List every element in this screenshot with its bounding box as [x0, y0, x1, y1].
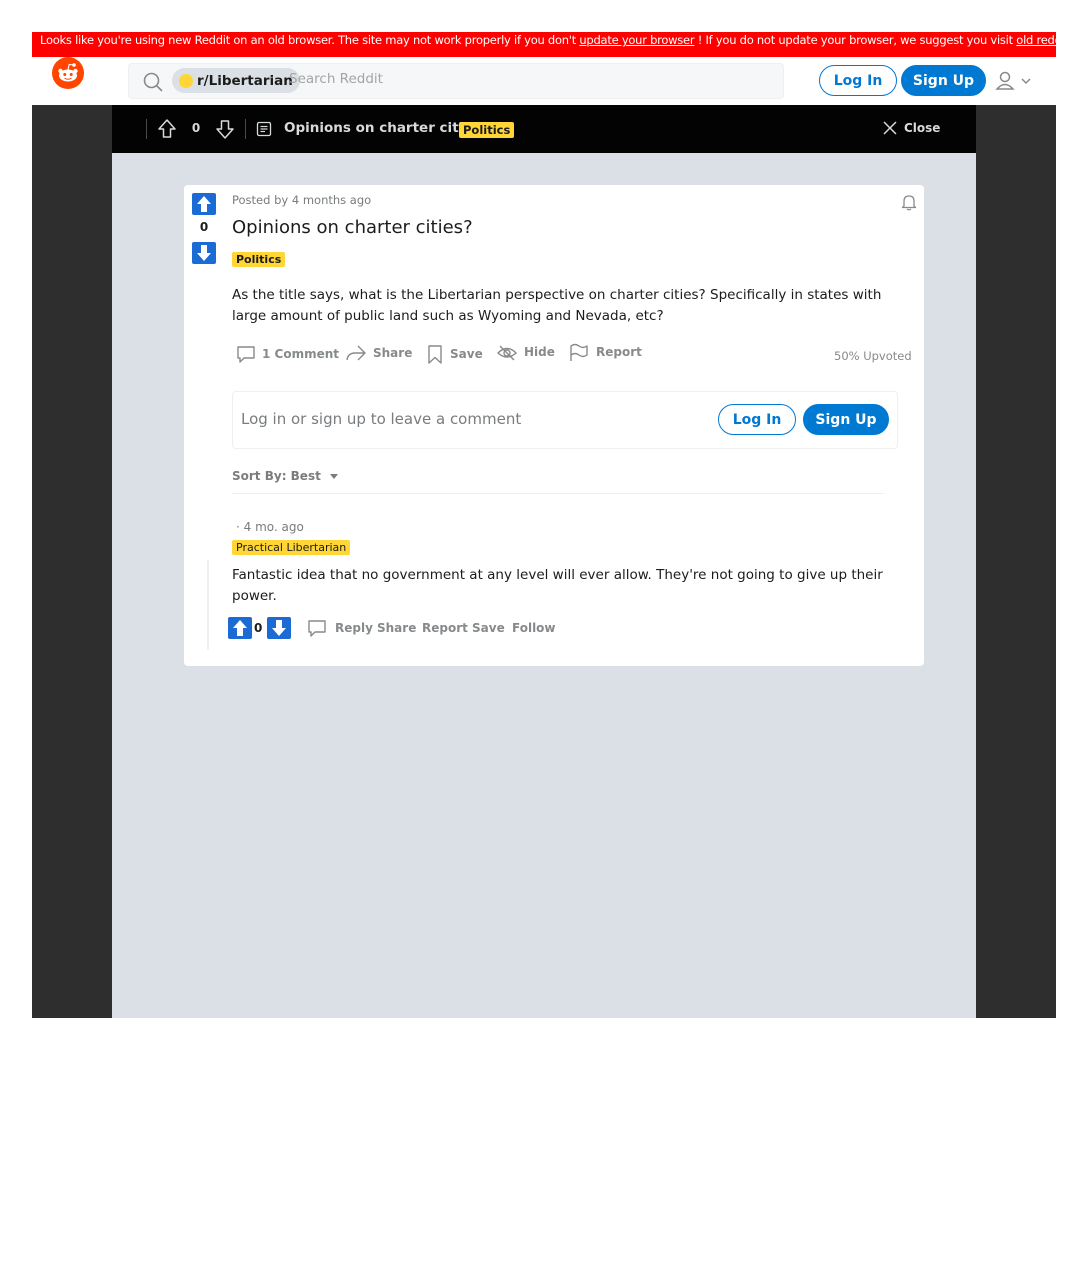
- comment-upvote-button[interactable]: [228, 617, 252, 639]
- post-flair[interactable]: Politics: [232, 252, 286, 267]
- comment-login-prompt: Log in or sign up to leave a comment: [241, 410, 522, 428]
- hide-eye-icon: [496, 342, 518, 362]
- downvote-button[interactable]: [192, 242, 216, 264]
- posted-by-label: Posted by: [232, 193, 289, 207]
- upvote-arrow-icon: [232, 619, 248, 637]
- reply-button[interactable]: Reply: [307, 618, 373, 638]
- search-input[interactable]: [289, 68, 769, 90]
- share-icon: [345, 343, 367, 363]
- comments-count: 1 Comment: [262, 347, 340, 361]
- save-label: Save: [450, 347, 483, 361]
- comment-icon: [307, 618, 327, 638]
- bookmark-icon: [426, 343, 444, 365]
- comment-icon: [236, 344, 256, 364]
- chevron-down-icon: [1020, 75, 1032, 87]
- comment-score: 0: [254, 621, 263, 635]
- comment-save-button[interactable]: Save: [472, 621, 505, 635]
- comment-follow-button[interactable]: Follow: [512, 621, 556, 635]
- post-title: Opinions on charter cities?: [232, 217, 473, 238]
- update-browser-link[interactable]: update your browser: [579, 33, 694, 47]
- hide-button[interactable]: Hide: [496, 342, 555, 362]
- subreddit-name: r/Libertarian: [197, 72, 293, 89]
- divider: [146, 119, 147, 139]
- share-label: Share: [373, 346, 413, 360]
- comment-time[interactable]: · 4 mo. ago: [236, 520, 304, 534]
- close-icon: [882, 120, 898, 136]
- comment-report-button[interactable]: Report: [422, 621, 468, 635]
- comment-body: Fantastic idea that no government at any…: [232, 567, 883, 604]
- report-label: Report: [596, 345, 642, 359]
- banner-text-1: Looks like you're using new Reddit on an…: [40, 33, 580, 47]
- sort-dropdown[interactable]: Sort By: Best: [232, 469, 341, 483]
- comment-downvote-button[interactable]: [267, 617, 291, 639]
- sort-label: Sort By: Best: [232, 469, 321, 483]
- old-browser-banner: Looks like you're using new Reddit on an…: [32, 32, 1056, 57]
- reply-label: Reply: [335, 621, 373, 635]
- subreddit-icon: [179, 73, 193, 88]
- banner-text-2: ! If you do not update your browser, we …: [694, 33, 1017, 47]
- comment-user-flair: Practical Libertarian: [232, 540, 351, 555]
- comment-thread-line[interactable]: [207, 560, 209, 650]
- downvote-icon[interactable]: [214, 118, 236, 140]
- downvote-arrow-icon: [271, 619, 287, 637]
- post-body: As the title says, what is the Libertari…: [232, 287, 882, 324]
- topbar-flair[interactable]: Politics: [459, 122, 515, 138]
- divider: [245, 119, 246, 139]
- divider: [232, 493, 884, 494]
- caret-down-icon: [327, 471, 341, 481]
- old-reddit-link[interactable]: old reddit: [1016, 33, 1056, 47]
- post-top-bar: [112, 105, 976, 153]
- subreddit-filter-chip[interactable]: r/Libertarian: [172, 68, 300, 93]
- user-icon: [994, 70, 1016, 92]
- user-menu-dropdown[interactable]: [994, 70, 1032, 92]
- post-time[interactable]: 4 months ago: [292, 193, 371, 207]
- login-button[interactable]: Log In: [819, 65, 897, 96]
- comment-share-button[interactable]: Share: [377, 621, 416, 635]
- post-icon: [256, 121, 272, 137]
- upvote-icon[interactable]: [156, 118, 178, 140]
- comment-signup-button[interactable]: Sign Up: [803, 404, 889, 435]
- close-label: Close: [904, 121, 941, 135]
- bell-icon[interactable]: [900, 193, 918, 211]
- search-icon: [142, 71, 164, 93]
- topbar-title: Opinions on charter cities?: [284, 120, 489, 136]
- flag-icon: [568, 341, 590, 363]
- upvote-ratio: 50% Upvoted: [834, 349, 912, 363]
- downvote-arrow-icon: [196, 244, 212, 262]
- comment-login-button[interactable]: Log In: [718, 404, 796, 435]
- report-button[interactable]: Report: [568, 341, 642, 363]
- reddit-logo-icon[interactable]: [52, 57, 84, 89]
- upvote-button[interactable]: [192, 193, 216, 215]
- post-score: 0: [199, 220, 209, 234]
- share-button[interactable]: Share: [345, 343, 412, 363]
- topbar-score: 0: [191, 121, 201, 135]
- close-button[interactable]: Close: [882, 120, 940, 136]
- post-meta: Posted by 4 months ago: [232, 193, 371, 207]
- save-button[interactable]: Save: [426, 343, 483, 365]
- hide-label: Hide: [524, 345, 555, 359]
- signup-button[interactable]: Sign Up: [901, 65, 986, 96]
- comments-button[interactable]: 1 Comment: [236, 344, 339, 364]
- upvote-arrow-icon: [196, 195, 212, 213]
